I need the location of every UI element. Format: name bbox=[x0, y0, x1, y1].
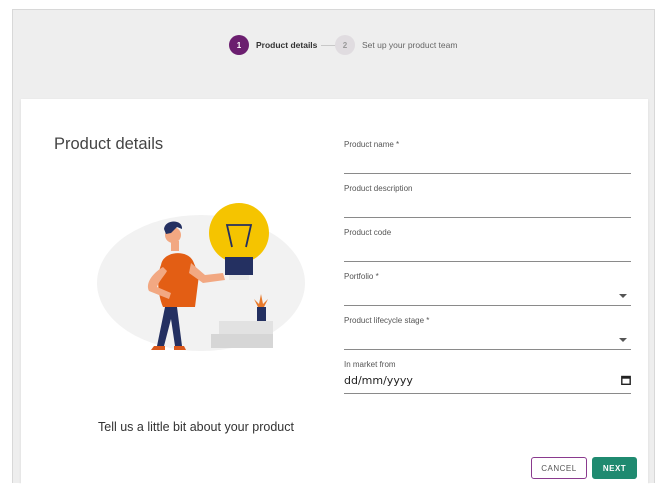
person-torso bbox=[158, 253, 199, 307]
step-set-up-team[interactable]: 2 Set up your product team bbox=[335, 35, 457, 55]
step-label: Set up your product team bbox=[362, 40, 458, 50]
step-block-top bbox=[219, 321, 273, 335]
next-button[interactable]: NEXT bbox=[592, 457, 637, 479]
stepper: 1 Product details 2 Set up your product … bbox=[13, 10, 654, 80]
product-name-underline bbox=[344, 173, 631, 174]
step-number-badge: 1 bbox=[229, 35, 249, 55]
page-title: Product details bbox=[54, 135, 164, 153]
chevron-down-icon[interactable] bbox=[619, 294, 627, 298]
lightbulb-neck bbox=[229, 275, 249, 280]
portfolio-select[interactable]: Portfolio * bbox=[344, 272, 631, 306]
app-frame: 1 Product details 2 Set up your product … bbox=[12, 9, 655, 484]
product-code-field[interactable]: Product code bbox=[344, 228, 631, 262]
in-market-from-field[interactable]: In market from dd/mm/yyyy bbox=[344, 360, 631, 394]
cancel-button[interactable]: CANCEL bbox=[531, 457, 587, 479]
lightbulb-base bbox=[225, 257, 253, 275]
background-blob bbox=[97, 215, 305, 351]
calendar-icon[interactable] bbox=[621, 375, 631, 385]
person-holding-lightbulb-illustration bbox=[97, 203, 305, 351]
chevron-down-icon[interactable] bbox=[619, 338, 627, 342]
product-description-label: Product description bbox=[344, 184, 413, 193]
step-label: Product details bbox=[256, 40, 318, 50]
product-name-label: Product name * bbox=[344, 140, 400, 149]
product-name-field[interactable]: Product name * bbox=[344, 140, 631, 174]
product-description-field[interactable]: Product description bbox=[344, 184, 631, 218]
plant-pot bbox=[257, 307, 266, 321]
product-code-label: Product code bbox=[344, 228, 392, 237]
portfolio-underline bbox=[344, 305, 631, 306]
step-block-bottom bbox=[211, 334, 273, 348]
portfolio-label: Portfolio * bbox=[344, 272, 379, 281]
product-details-card: Product details Tell us a little bit abo… bbox=[21, 99, 648, 484]
lightbulb-glass bbox=[209, 203, 269, 263]
date-input-value[interactable]: dd/mm/yyyy bbox=[344, 374, 413, 387]
in-market-from-label: In market from bbox=[344, 360, 396, 369]
in-market-from-underline bbox=[344, 393, 631, 394]
step-product-details[interactable]: 1 Product details bbox=[229, 35, 317, 55]
lifecycle-stage-label: Product lifecycle stage * bbox=[344, 316, 430, 325]
product-description-underline bbox=[344, 217, 631, 218]
lifecycle-stage-select[interactable]: Product lifecycle stage * bbox=[344, 316, 631, 350]
tagline: Tell us a little bit about your product bbox=[98, 420, 294, 434]
product-code-underline bbox=[344, 261, 631, 262]
step-number-badge: 2 bbox=[335, 35, 355, 55]
lifecycle-stage-underline bbox=[344, 349, 631, 350]
